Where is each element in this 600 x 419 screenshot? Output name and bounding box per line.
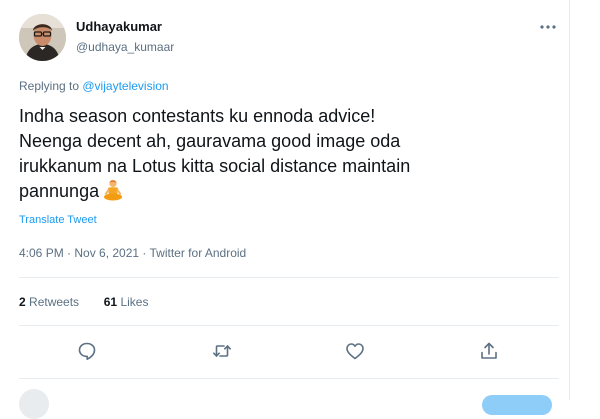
reply-button[interactable] bbox=[482, 395, 552, 415]
tweet-text: Indha season contestants ku ennoda advic… bbox=[19, 104, 559, 208]
right-panel-edge bbox=[571, 0, 600, 400]
tweet-text-line: pannunga bbox=[19, 181, 100, 201]
tweet-text-line-last: pannunga bbox=[19, 179, 559, 208]
avatar-image bbox=[19, 14, 66, 61]
retweets-count: 2 bbox=[19, 295, 26, 309]
reply-composer-avatar[interactable] bbox=[19, 389, 49, 419]
reply-icon[interactable] bbox=[76, 340, 98, 362]
share-icon[interactable] bbox=[478, 340, 500, 362]
divider bbox=[19, 325, 559, 326]
divider bbox=[19, 277, 559, 278]
heart-icon[interactable] bbox=[344, 340, 366, 362]
tweet-text-line: Indha season contestants ku ennoda advic… bbox=[19, 106, 376, 126]
tweet-timestamp-source[interactable]: 4:06 PM · Nov 6, 2021 · Twitter for Andr… bbox=[19, 246, 246, 260]
more-icon[interactable] bbox=[538, 20, 558, 34]
tweet-text-line: irukkanum na Lotus kitta social distance… bbox=[19, 156, 411, 176]
avatar[interactable] bbox=[19, 14, 66, 61]
reply-mention-link[interactable]: @vijaytelevision bbox=[82, 79, 168, 93]
translate-tweet-link[interactable]: Translate Tweet bbox=[19, 214, 97, 226]
likes-label: Likes bbox=[120, 295, 149, 309]
divider bbox=[19, 378, 559, 379]
replying-to: Replying to @vijaytelevision bbox=[19, 79, 169, 93]
likes-count: 61 bbox=[103, 295, 118, 309]
likes-stat[interactable]: 61 Likes bbox=[104, 295, 149, 309]
engagement-stats: 2 Retweets 61 Likes bbox=[19, 295, 148, 309]
replying-prefix: Replying to bbox=[19, 79, 83, 93]
retweets-stat[interactable]: 2 Retweets bbox=[19, 295, 79, 309]
user-handle[interactable]: @udhaya_kumaar bbox=[76, 40, 174, 54]
retweet-icon[interactable] bbox=[211, 340, 233, 362]
person-in-lotus-position-icon bbox=[103, 179, 123, 208]
retweets-label: Retweets bbox=[29, 295, 80, 309]
tweet-card: Udhayakumar @udhaya_kumaar Replying to @… bbox=[0, 0, 570, 419]
tweet-text-line: Neenga decent ah, gauravama good image o… bbox=[19, 131, 401, 151]
display-name[interactable]: Udhayakumar bbox=[76, 19, 162, 34]
